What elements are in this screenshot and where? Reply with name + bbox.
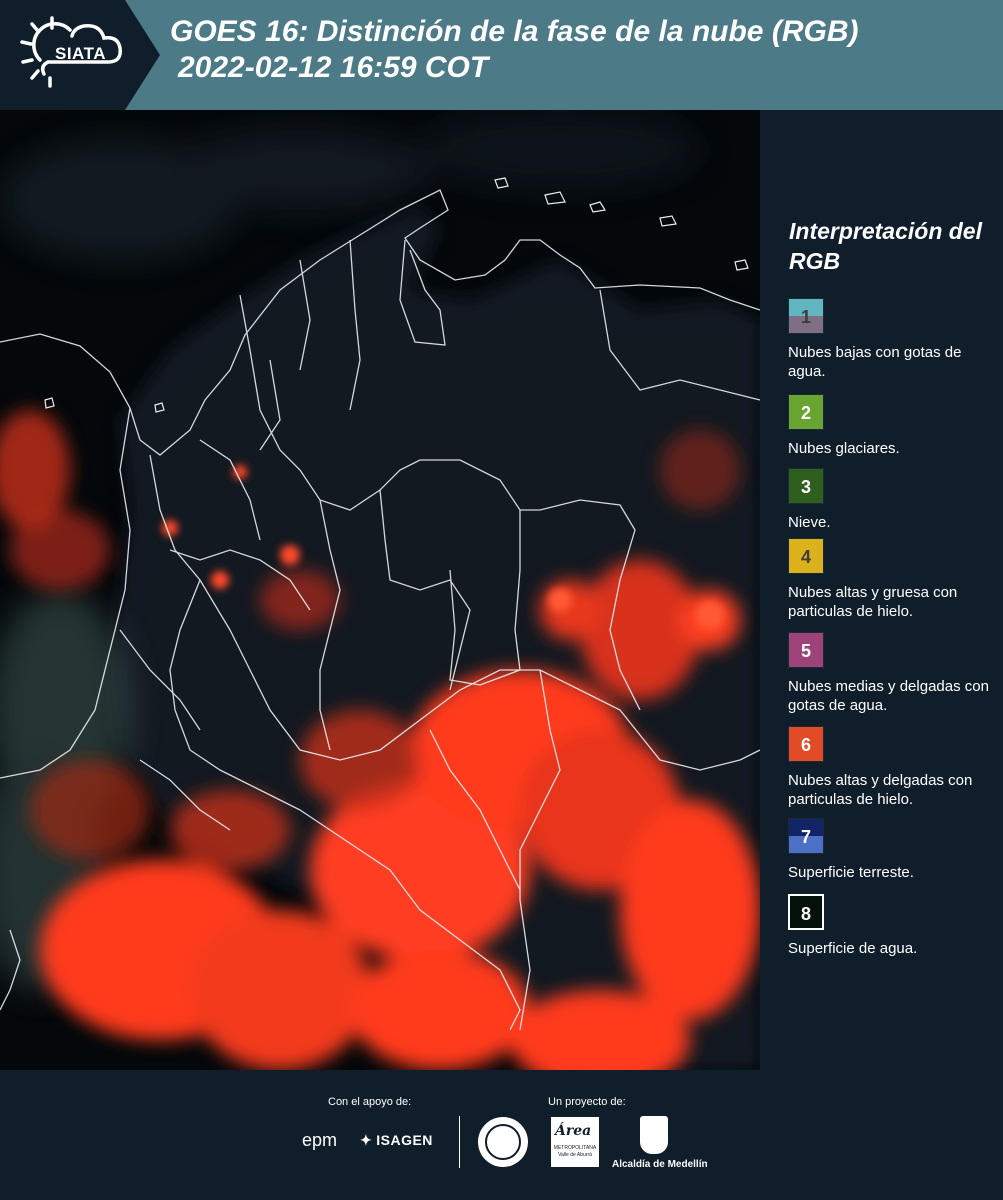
alcaldia-logo-text: Alcaldía de Medellín	[612, 1159, 708, 1170]
seal-ring	[485, 1124, 521, 1160]
siata-logo-text: SIATA	[55, 44, 106, 63]
legend-number-7: 7	[800, 827, 811, 847]
legend-number-6: 6	[800, 735, 811, 755]
legend-item-5: 5 Nubes medias y delgadas con gotas de a…	[788, 632, 1000, 715]
legend-swatch-2: 2	[788, 394, 824, 430]
legend-number-8: 8	[800, 904, 811, 924]
satellite-image	[0, 110, 760, 1070]
legend-item-7: 7 Superficie terreste.	[788, 818, 1000, 882]
legend-number-5: 5	[800, 641, 811, 661]
footer: Con el apoyo de: Un proyecto de: epm ✦ IS…	[0, 1070, 1003, 1200]
legend-label-8: Superficie de agua.	[788, 940, 918, 957]
legend-item-2: 2 Nubes glaciares.	[788, 394, 1000, 458]
legend-label-7: Superficie terreste.	[788, 864, 914, 881]
legend-item-8: 8 Superficie de agua.	[788, 894, 1000, 958]
legend-item-6: 6 Nubes altas y delgadas con particulas …	[788, 726, 1000, 809]
university-seal-icon	[478, 1117, 528, 1167]
legend-number-3: 3	[800, 477, 811, 497]
page-title: GOES 16: Distinción de la fase de la nub…	[170, 14, 858, 86]
legend-swatch-8: 8	[788, 894, 824, 930]
project-label: Un proyecto de:	[548, 1096, 626, 1108]
legend-label-4: Nubes altas y gruesa con particulas de h…	[788, 584, 958, 620]
title-line-2: 2022-02-12 16:59 COT	[178, 51, 489, 84]
legend-title: Interpretación del RGB	[789, 218, 982, 274]
legend-label-3: Nieve.	[788, 514, 831, 531]
area-word: Área	[555, 1123, 592, 1139]
legend-number-2: 2	[800, 403, 811, 423]
isagen-logo: ✦ ISAGEN	[360, 1132, 433, 1149]
epm-logo: epm	[302, 1130, 338, 1150]
footer-divider	[459, 1116, 460, 1168]
legend-label-6: Nubes altas y delgadas con particulas de…	[788, 772, 973, 808]
siata-logo: SIATA	[0, 0, 160, 110]
support-label: Con el apoyo de:	[328, 1096, 412, 1108]
legend-item-1: 1 Nubes bajas con gotas de agua.	[788, 298, 1000, 381]
legend-swatch-3: 3	[788, 468, 824, 504]
isagen-icon: ✦	[360, 1132, 373, 1148]
legend-item-3: 3 Nieve.	[788, 468, 1000, 532]
legend-panel: Interpretación del RGB 1 Nubes bajas con…	[760, 110, 1003, 1070]
legend-item-4: 4 Nubes altas y gruesa con particulas de…	[788, 538, 1000, 621]
legend-swatch-5: 5	[788, 632, 824, 668]
legend-number-1: 1	[800, 307, 811, 327]
legend-label-5: Nubes medias y delgadas con gotas de agu…	[788, 678, 989, 714]
legend-number-4: 4	[800, 547, 811, 567]
legend-swatch-1: 1	[788, 298, 824, 334]
alcaldia-shield-icon	[640, 1116, 668, 1154]
legend-swatch-7: 7	[788, 818, 824, 854]
area-metropolitana-logo: Área METROPOLITANA Valle de Aburrá	[551, 1117, 599, 1167]
legend-swatch-4: 4	[788, 538, 824, 574]
legend-label-2: Nubes glaciares.	[788, 440, 900, 457]
legend-label-1: Nubes bajas con gotas de agua.	[788, 344, 962, 380]
satellite-map	[0, 110, 760, 1070]
area-sub: METROPOLITANA Valle de Aburrá	[553, 1145, 597, 1158]
legend-swatch-6: 6	[788, 726, 824, 762]
title-line-1: GOES 16: Distinción de la fase de la nub…	[170, 15, 859, 48]
header: SIATA GOES 16: Distinción de la fase de …	[0, 0, 1003, 110]
isagen-logo-text: ISAGEN	[376, 1132, 433, 1148]
